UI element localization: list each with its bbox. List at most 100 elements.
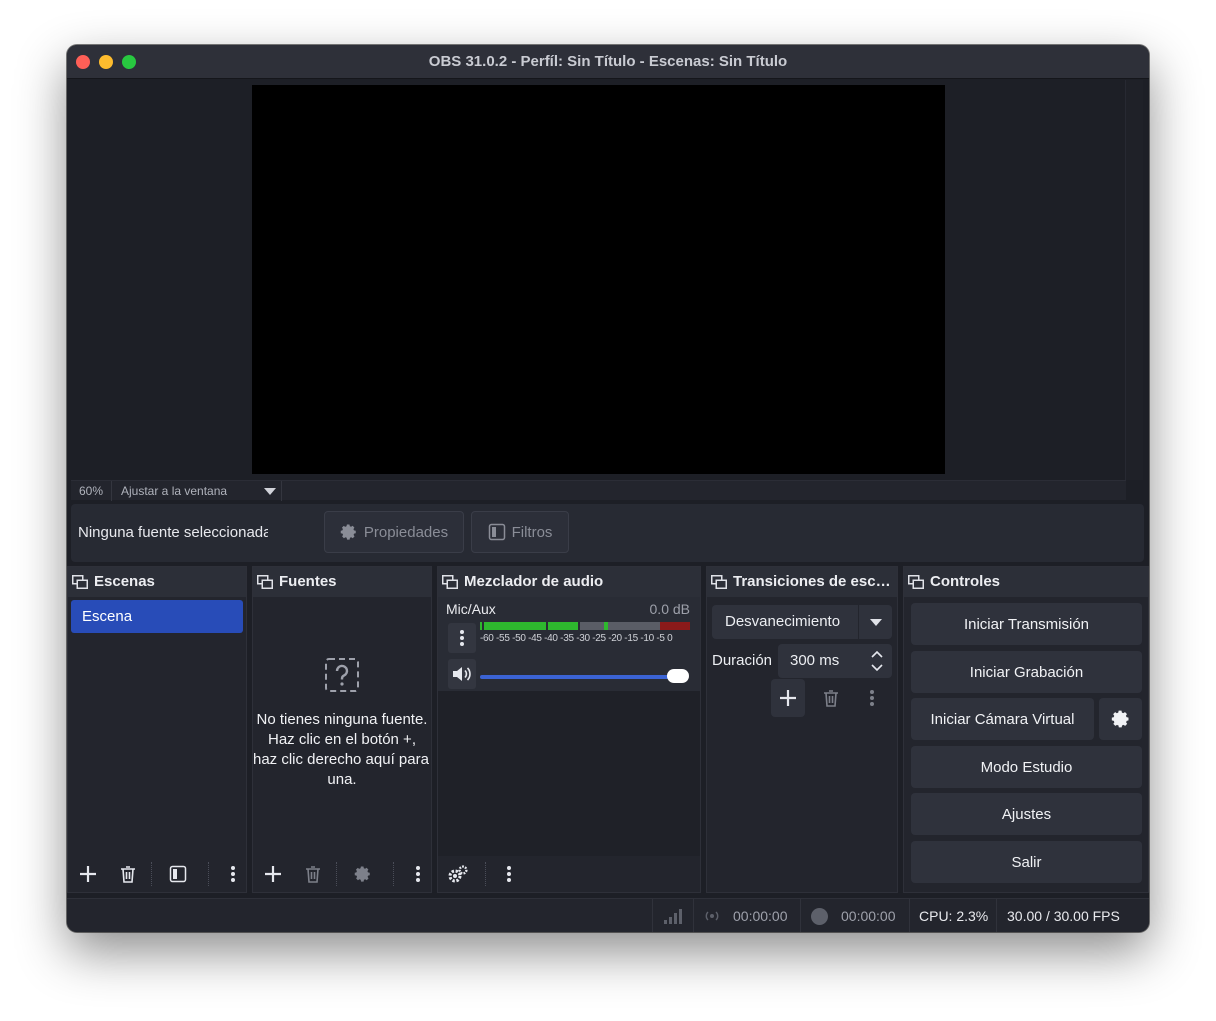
advanced-audio-button[interactable]	[443, 859, 473, 889]
studio-mode-button[interactable]: Modo Estudio	[911, 746, 1142, 788]
mixer-title: Mezclador de audio	[464, 573, 604, 590]
sources-toolbar	[253, 856, 431, 892]
sources-empty-text: No tienes ninguna fuente. Haz clic en el…	[253, 711, 431, 788]
meter-segment	[580, 622, 604, 630]
divider	[336, 862, 337, 886]
record-indicator-icon	[811, 908, 828, 925]
divider	[800, 899, 801, 932]
divider	[151, 862, 152, 886]
remove-scene-button[interactable]	[113, 859, 143, 889]
properties-label: Propiedades	[363, 523, 449, 541]
signal-bars-icon	[664, 909, 682, 924]
duration-spinbox[interactable]: 300 ms	[778, 644, 892, 678]
mixer-more-button[interactable]	[494, 859, 524, 889]
mixer-dock-title[interactable]: Mezclador de audio	[438, 567, 700, 597]
gear-icon	[354, 866, 370, 882]
properties-button[interactable]: Propiedades	[324, 511, 464, 553]
kebab-menu-icon	[870, 690, 874, 706]
transition-select[interactable]: Desvanecimiento	[712, 605, 892, 639]
divider	[652, 899, 653, 932]
spin-arrows-icon[interactable]	[870, 650, 884, 672]
divider	[485, 862, 486, 886]
sources-dock: Fuentes No tienes ninguna fuente. Haz cl…	[252, 566, 432, 893]
controls-title: Controles	[930, 573, 1001, 590]
exit-button[interactable]: Salir	[911, 841, 1142, 883]
zoom-mode-select[interactable]: Ajustar a la ventana	[121, 484, 227, 498]
channel-menu-button[interactable]	[448, 623, 476, 653]
dock-float-icon[interactable]	[442, 575, 458, 589]
controls-dock-title[interactable]: Controles	[904, 567, 1148, 597]
divider	[996, 899, 997, 932]
window-title: OBS 31.0.2 - Perfíl: Sin Título - Escena…	[428, 53, 788, 70]
audio-mixer-dock: Mezclador de audio Mic/Aux 0.0 dB -60 -5…	[437, 566, 701, 893]
preview-scrollbar[interactable]	[1125, 80, 1143, 480]
trash-icon	[306, 866, 320, 883]
channel-level: 0.0 dB	[649, 601, 690, 617]
transition-more-button[interactable]	[857, 683, 887, 713]
broadcast-icon	[705, 911, 719, 921]
volume-slider-knob[interactable]	[667, 669, 689, 683]
sources-title: Fuentes	[279, 573, 337, 590]
add-source-button[interactable]	[258, 859, 288, 889]
gear-icon	[340, 524, 356, 540]
meter-segment	[608, 622, 660, 630]
chevron-down-icon[interactable]	[264, 488, 276, 495]
status-bar: 00:00:00 00:00:00 CPU: 2.3% 30.00 / 30.0…	[67, 898, 1149, 932]
dock-float-icon[interactable]	[908, 575, 924, 589]
speaker-icon	[453, 667, 471, 681]
transitions-dock: Transiciones de escenas Desvanecimiento …	[706, 566, 898, 893]
dock-float-icon[interactable]	[72, 575, 88, 589]
transitions-dock-title[interactable]: Transiciones de escenas	[707, 567, 897, 597]
obs-window: OBS 31.0.2 - Perfíl: Sin Título - Escena…	[67, 45, 1149, 932]
sources-empty-state[interactable]: No tienes ninguna fuente. Haz clic en el…	[253, 657, 431, 790]
plus-icon	[265, 866, 281, 882]
start-streaming-button[interactable]: Iniciar Transmisión	[911, 603, 1142, 645]
scenes-dock-title[interactable]: Escenas	[68, 567, 246, 597]
record-time: 00:00:00	[841, 908, 896, 924]
meter-segment	[548, 622, 578, 630]
preview-canvas[interactable]	[252, 85, 945, 474]
add-transition-button[interactable]	[771, 679, 805, 717]
dock-float-icon[interactable]	[257, 575, 273, 589]
scene-more-button[interactable]	[218, 859, 248, 889]
meter-ticks: -60 -55 -50 -45 -40 -35 -30 -25 -20 -15 …	[480, 633, 673, 644]
zoom-window-button[interactable]	[122, 55, 136, 69]
mixer-channel: Mic/Aux 0.0 dB -60 -55 -50 -45 -40 -35 -…	[438, 597, 700, 691]
cpu-usage: CPU: 2.3%	[919, 908, 989, 924]
scenes-dock: Escenas Escena	[67, 566, 247, 893]
dock-float-icon[interactable]	[711, 575, 727, 589]
source-more-button[interactable]	[403, 859, 433, 889]
question-icon	[325, 658, 359, 692]
close-window-button[interactable]	[76, 55, 90, 69]
no-source-label: Ninguna fuente seleccionada	[78, 524, 268, 541]
start-recording-button[interactable]: Iniciar Grabación	[911, 651, 1142, 693]
preview-zoom-bar: 60% Ajustar a la ventana	[71, 480, 1126, 501]
divider	[281, 481, 282, 501]
settings-button[interactable]: Ajustes	[911, 793, 1142, 835]
scene-filters-button[interactable]	[163, 859, 193, 889]
minimize-window-button[interactable]	[99, 55, 113, 69]
start-virtual-camera-button[interactable]: Iniciar Cámara Virtual	[911, 698, 1094, 740]
scene-item-label: Escena	[82, 608, 133, 625]
filter-icon	[488, 523, 505, 541]
meter-segment	[660, 622, 690, 630]
scene-item[interactable]: Escena	[71, 600, 243, 633]
mixer-empty-area	[438, 691, 700, 856]
zoom-percent: 60%	[79, 484, 104, 498]
fps-readout: 30.00 / 30.00 FPS	[1007, 908, 1120, 924]
divider	[858, 605, 859, 639]
mute-button[interactable]	[448, 659, 476, 689]
source-properties-button[interactable]	[348, 859, 378, 889]
add-scene-button[interactable]	[73, 859, 103, 889]
filters-button[interactable]: Filtros	[471, 511, 569, 553]
virtual-camera-settings-button[interactable]	[1099, 698, 1142, 740]
volume-slider[interactable]	[480, 675, 680, 679]
preview-area: 60% Ajustar a la ventana	[67, 80, 1149, 501]
remove-transition-button[interactable]	[816, 683, 846, 713]
controls-dock: Controles Iniciar Transmisión Iniciar Gr…	[903, 566, 1149, 893]
divider	[393, 862, 394, 886]
plus-icon	[80, 866, 96, 882]
kebab-menu-icon	[460, 630, 464, 646]
sources-dock-title[interactable]: Fuentes	[253, 567, 431, 597]
remove-source-button[interactable]	[298, 859, 328, 889]
